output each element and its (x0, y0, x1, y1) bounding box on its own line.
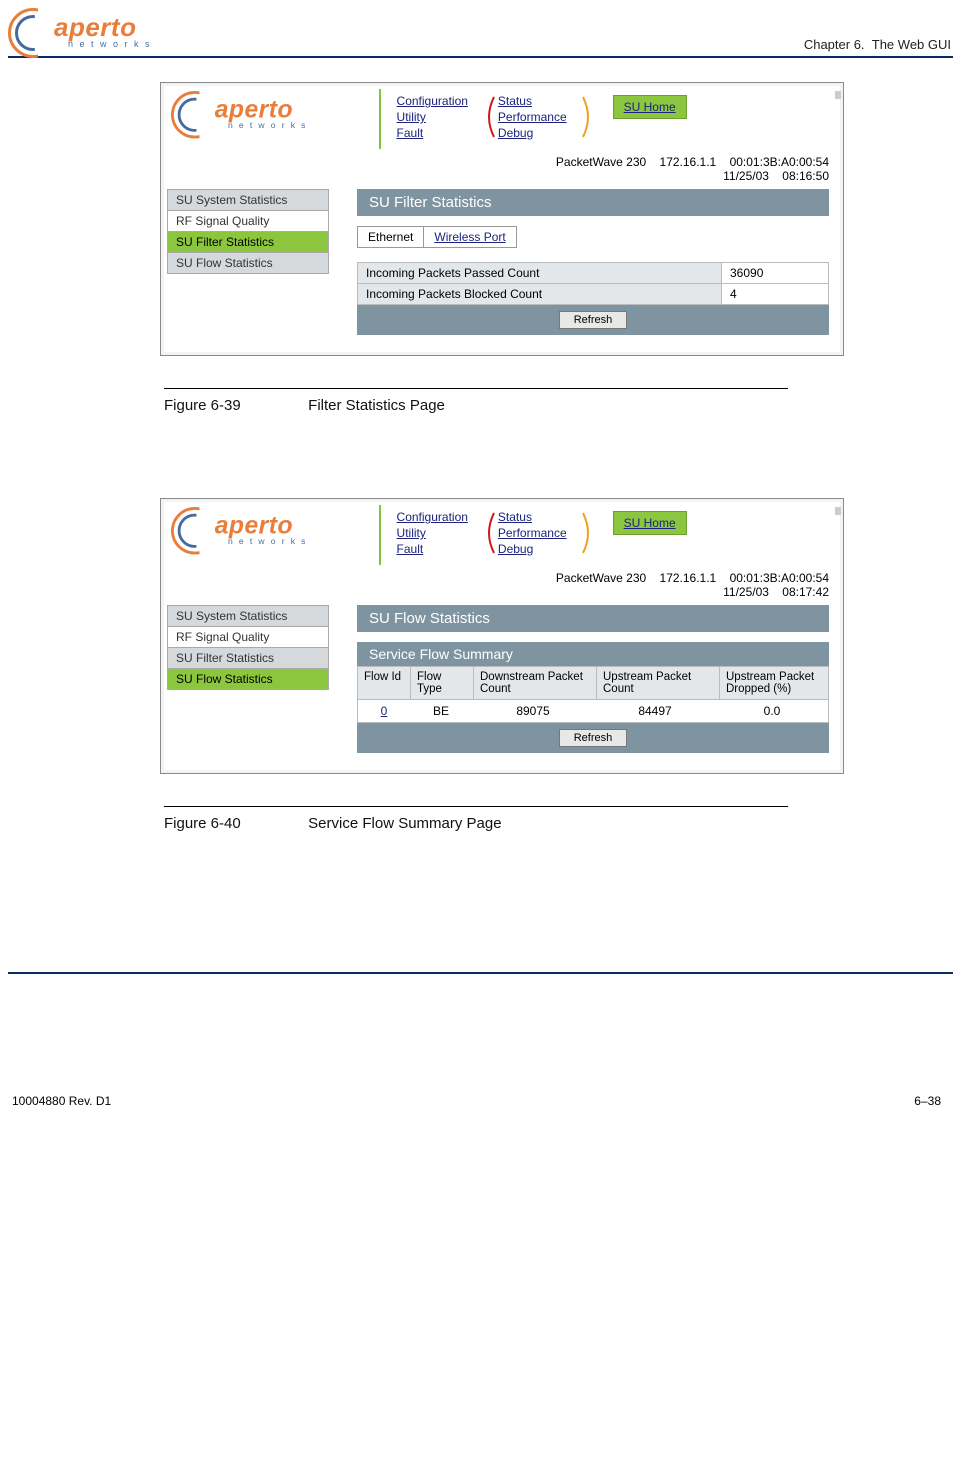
cell-upstream: 84497 (594, 700, 716, 722)
sidebar-item-rf-signal[interactable]: RF Signal Quality (167, 627, 329, 648)
aperto-logo-app: aperto n e t w o r k s (171, 91, 307, 133)
nav-configuration[interactable]: Configuration (397, 94, 468, 108)
figure-1-screenshot: aperto n e t w o r k s Configuration Uti… (160, 82, 844, 356)
nav-status[interactable]: Status (498, 94, 532, 108)
footer-pagenum: 6–38 (914, 1094, 941, 1108)
refresh-button[interactable]: Refresh (559, 729, 628, 747)
arc-red-icon (482, 93, 484, 141)
figure-caption: Figure 6-39 Filter Statistics Page (164, 397, 953, 414)
cell-flow-id[interactable]: 0 (358, 700, 410, 722)
su-home-button[interactable]: SU Home (613, 511, 687, 535)
aperto-logo-page: aperto n e t w o r k s (8, 8, 152, 52)
nav-status[interactable]: Status (498, 510, 532, 524)
sub-title: Service Flow Summary (357, 642, 829, 666)
col-flow-type: Flow Type (411, 667, 474, 699)
nav-separator-icon (379, 89, 383, 149)
nav-debug[interactable]: Debug (498, 542, 533, 556)
arc-orange-icon (581, 509, 583, 557)
sidebar-item-su-flow-stats[interactable]: SU Flow Statistics (167, 253, 329, 274)
cell-flow-type: BE (410, 700, 472, 722)
col-flow-id: Flow Id (358, 667, 411, 699)
nav-col-2: Status Performance Debug (488, 509, 577, 557)
table-row: Incoming Packets Passed Count36090 (358, 263, 829, 284)
tab-ethernet[interactable]: Ethernet (358, 227, 424, 247)
nav-col-2: Status Performance Debug (488, 93, 577, 141)
nav-utility[interactable]: Utility (397, 110, 426, 124)
nav-performance[interactable]: Performance (498, 110, 567, 124)
stat-label: Incoming Packets Passed Count (358, 263, 722, 284)
nav-col-1: Configuration Utility Fault (387, 93, 478, 141)
nav-performance[interactable]: Performance (498, 526, 567, 540)
logo-text: aperto (54, 12, 136, 42)
footer-rule (8, 972, 953, 974)
stats-table: Incoming Packets Passed Count36090 Incom… (357, 262, 829, 305)
nav-utility[interactable]: Utility (397, 526, 426, 540)
stat-value: 36090 (722, 263, 829, 284)
caption-rule (164, 806, 788, 807)
tab-wireless[interactable]: Wireless Port (424, 227, 515, 247)
nav-separator-icon (379, 505, 383, 565)
page-title: SU Flow Statistics (357, 605, 829, 632)
arc-orange-icon (581, 93, 583, 141)
sidebar-item-rf-signal[interactable]: RF Signal Quality (167, 211, 329, 232)
nav-configuration[interactable]: Configuration (397, 510, 468, 524)
table-row: 0 BE 89075 84497 0.0 (357, 700, 829, 723)
datetime-line: 11/25/03 08:16:50 (161, 169, 843, 189)
sidebar: SU System Statistics RF Signal Quality S… (167, 189, 329, 274)
caption-rule (164, 388, 788, 389)
datetime-line: 11/25/03 08:17:42 (161, 585, 843, 605)
figure-caption: Figure 6-40 Service Flow Summary Page (164, 815, 953, 832)
page-title: SU Filter Statistics (357, 189, 829, 216)
refresh-bar: Refresh (357, 723, 829, 753)
refresh-bar: Refresh (357, 305, 829, 335)
arc-red-icon (482, 509, 484, 557)
footer-docnum: 10004880 Rev. D1 (12, 1094, 111, 1108)
nav-fault[interactable]: Fault (397, 126, 424, 140)
stat-value: 4 (722, 284, 829, 305)
sidebar-item-su-filter-stats[interactable]: SU Filter Statistics (167, 232, 329, 253)
refresh-button[interactable]: Refresh (559, 311, 628, 329)
sidebar: SU System Statistics RF Signal Quality S… (167, 605, 329, 690)
figure-2-screenshot: aperto n e t w o r k s Configuration Uti… (160, 498, 844, 774)
sidebar-item-su-flow-stats[interactable]: SU Flow Statistics (167, 669, 329, 690)
su-home-button[interactable]: SU Home (613, 95, 687, 119)
table-row: Incoming Packets Blocked Count4 (358, 284, 829, 305)
nav-col-1: Configuration Utility Fault (387, 509, 478, 557)
col-upstream: Upstream Packet Count (597, 667, 720, 699)
sidebar-item-su-system-stats[interactable]: SU System Statistics (167, 605, 329, 627)
nav-debug[interactable]: Debug (498, 126, 533, 140)
flow-table-header: Flow Id Flow Type Downstream Packet Coun… (357, 666, 829, 700)
device-info-line: PacketWave 230 172.16.1.1 00:01:3B:A0:00… (161, 149, 843, 169)
col-downstream: Downstream Packet Count (474, 667, 597, 699)
col-dropped: Upstream Packet Dropped (%) (720, 667, 828, 699)
scrollbar-icon (835, 507, 841, 515)
aperto-logo-app: aperto n e t w o r k s (171, 507, 307, 549)
port-tabs: Ethernet Wireless Port (357, 226, 517, 248)
page-footer: 10004880 Rev. D1 6–38 (8, 1094, 953, 1108)
logo-sub: n e t w o r k s (68, 39, 152, 49)
cell-dropped: 0.0 (716, 700, 828, 722)
header-rule (8, 56, 953, 58)
nav-fault[interactable]: Fault (397, 542, 424, 556)
device-info-line: PacketWave 230 172.16.1.1 00:01:3B:A0:00… (161, 565, 843, 585)
scrollbar-icon (835, 91, 841, 99)
cell-downstream: 89075 (472, 700, 594, 722)
sidebar-item-su-system-stats[interactable]: SU System Statistics (167, 189, 329, 211)
breadcrumb: Chapter 6. The Web GUI (804, 37, 951, 52)
stat-label: Incoming Packets Blocked Count (358, 284, 722, 305)
sidebar-item-su-filter-stats[interactable]: SU Filter Statistics (167, 648, 329, 669)
